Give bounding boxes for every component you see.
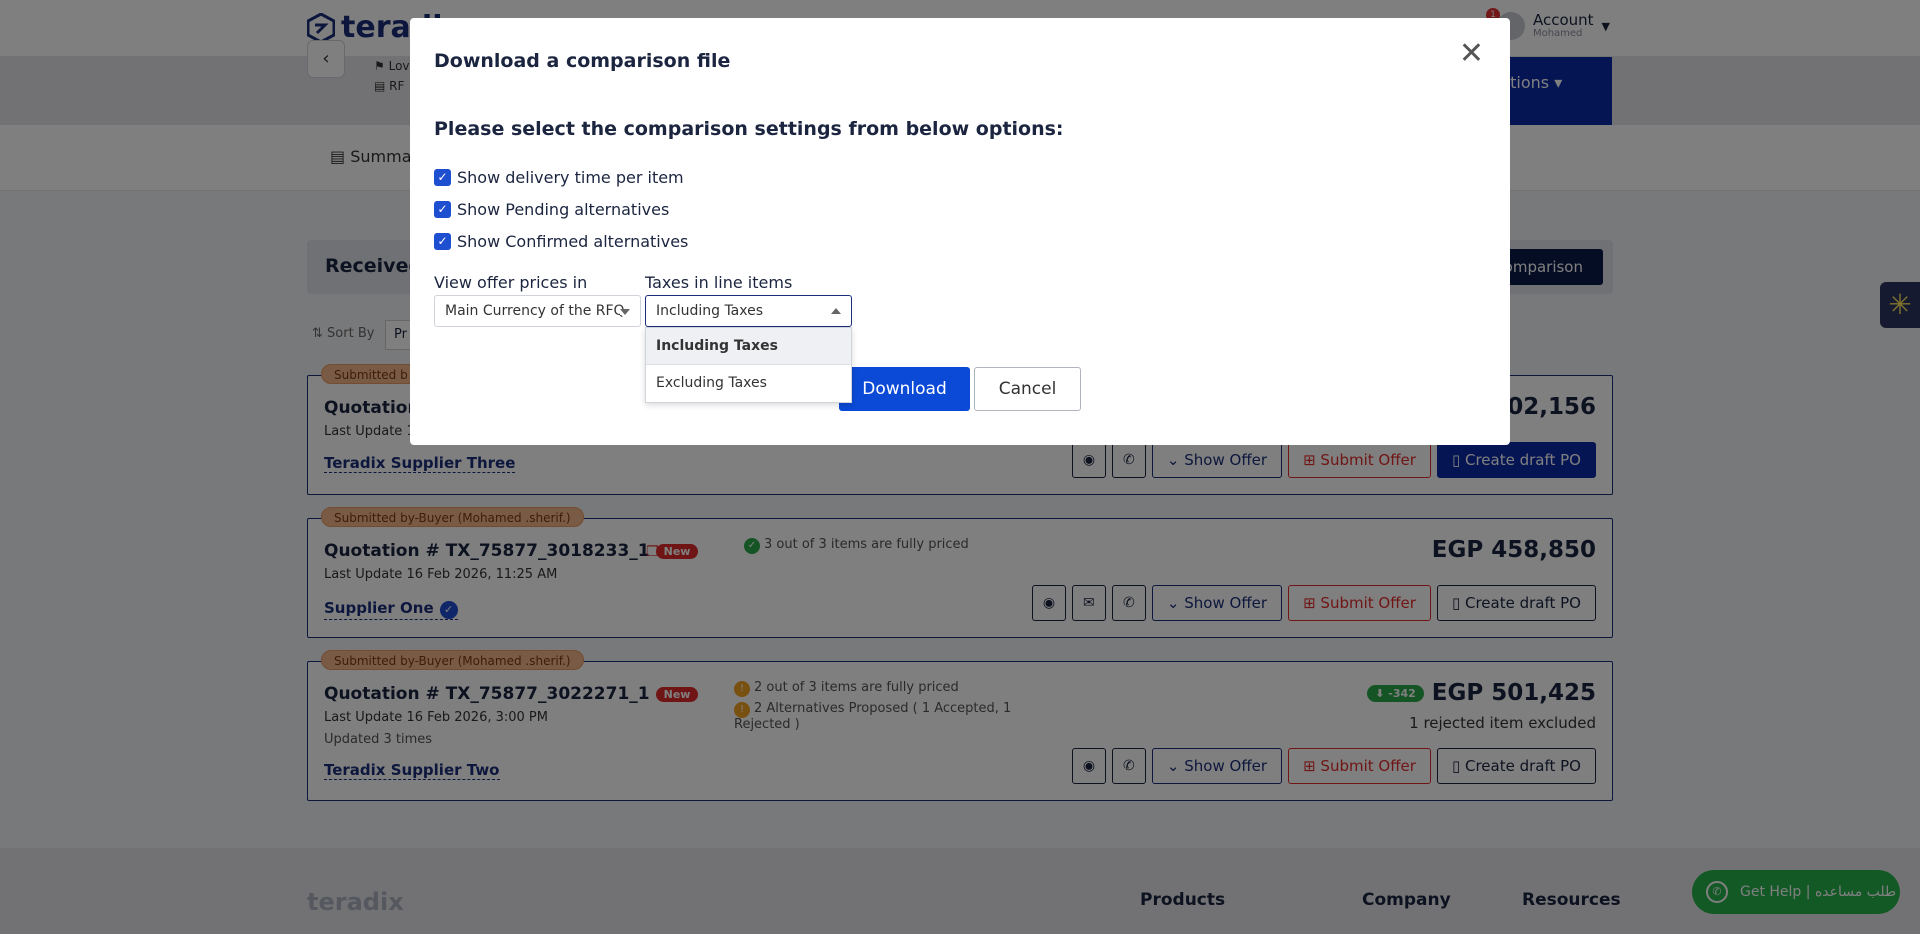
checkbox-confirmed-alternatives[interactable]: ✓ Show Confirmed alternatives xyxy=(434,232,688,251)
taxes-value: Including Taxes xyxy=(656,303,764,319)
checkbox-label: Show Confirmed alternatives xyxy=(457,232,689,251)
dropdown-option-excluding-taxes[interactable]: Excluding Taxes xyxy=(646,365,851,402)
checkbox-checked-icon[interactable]: ✓ xyxy=(434,233,451,250)
currency-label: View offer prices in xyxy=(434,273,588,292)
download-comparison-modal: Download a comparison file ✕ Please sele… xyxy=(410,18,1510,445)
dropdown-option-including-taxes[interactable]: Including Taxes xyxy=(646,328,851,365)
checkbox-delivery-time[interactable]: ✓ Show delivery time per item xyxy=(434,168,684,187)
checkbox-checked-icon[interactable]: ✓ xyxy=(434,201,451,218)
close-icon[interactable]: ✕ xyxy=(1459,36,1484,71)
currency-value: Main Currency of the RFQ xyxy=(445,303,625,319)
checkbox-label: Show delivery time per item xyxy=(457,168,684,187)
taxes-label: Taxes in line items xyxy=(645,273,793,292)
taxes-dropdown-menu: Including Taxes Excluding Taxes xyxy=(645,327,852,403)
modal-subtitle: Please select the comparison settings fr… xyxy=(434,118,1064,140)
checkbox-checked-icon[interactable]: ✓ xyxy=(434,169,451,186)
modal-title: Download a comparison file xyxy=(434,50,731,72)
checkbox-label: Show Pending alternatives xyxy=(457,200,670,219)
checkbox-pending-alternatives[interactable]: ✓ Show Pending alternatives xyxy=(434,200,669,219)
download-button[interactable]: Download xyxy=(839,367,970,411)
chevron-up-icon xyxy=(831,308,841,314)
currency-select[interactable]: Main Currency of the RFQ xyxy=(434,295,641,327)
taxes-select[interactable]: Including Taxes xyxy=(645,295,852,327)
chevron-down-icon xyxy=(620,309,630,315)
cancel-button[interactable]: Cancel xyxy=(974,367,1081,411)
